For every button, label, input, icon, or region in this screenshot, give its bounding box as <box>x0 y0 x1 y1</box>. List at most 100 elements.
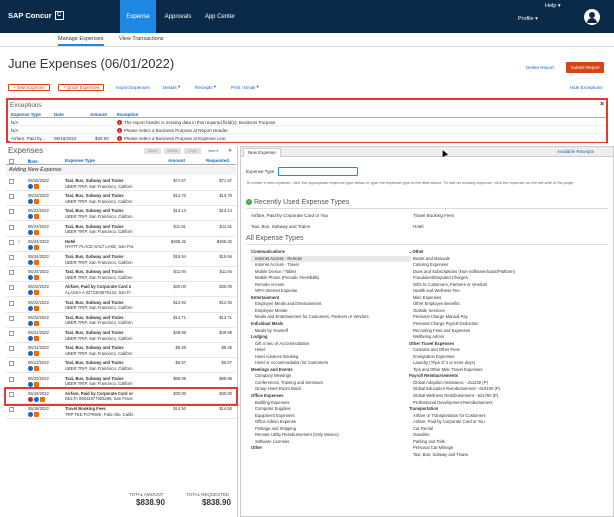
expense-row[interactable]: 06/22/2022 Taxi, Bus, Subway and Trains UB… <box>6 313 236 328</box>
expense-row[interactable]: › 06/24/2022 Hotel HYATT PLACE SALT LAKE, S… <box>6 237 236 252</box>
avatar-icon[interactable] <box>584 9 600 25</box>
available-receipts-link[interactable]: Available Receipts <box>557 149 594 154</box>
receipt-icon <box>34 290 39 296</box>
print-email-label: Print / Email <box>231 84 256 90</box>
sub-navigation: Manage Expenses View Transactions <box>0 33 614 47</box>
col-expense-type[interactable]: Expense Type <box>65 158 95 163</box>
expense-row[interactable]: 06/21/2022 Taxi, Bus, Subway and Trains UB… <box>6 328 236 343</box>
expense-row[interactable]: 06/25/2022 Taxi, Bus, Subway and Trains UB… <box>6 176 236 191</box>
view-menu[interactable]: View ▾ <box>204 148 222 154</box>
expense-row[interactable]: 06/23/2022 Taxi, Bus, Subway and Trains UB… <box>6 206 236 222</box>
recent-type-taxi[interactable]: Taxi, Bus, Subway and Trains <box>251 224 310 229</box>
expense-date: 06/21/2022 <box>28 360 49 366</box>
col-date-label: Date <box>28 159 38 164</box>
expense-row[interactable]: 06/21/2022 Taxi, Bus, Subway and Trains UB… <box>6 358 236 374</box>
col-date[interactable]: Date ▾ <box>28 158 38 164</box>
expense-row[interactable]: 06/18/2022 Travel Booking Fees TRP FEE FCF… <box>6 404 236 419</box>
recent-type-airfare[interactable]: Airfare, Paid by Corporate Card or You <box>251 213 328 218</box>
exception-type: N/A <box>11 120 19 125</box>
row-checkbox[interactable] <box>9 239 14 245</box>
expand-arrow-icon[interactable]: › <box>18 239 20 245</box>
expense-row[interactable]: 06/24/2022 Taxi, Bus, Subway and Trains UB… <box>6 252 236 267</box>
delete-button[interactable]: Delete <box>164 148 181 154</box>
move-button[interactable]: Move <box>144 148 161 154</box>
expense-date: 06/18/2022 <box>28 406 49 411</box>
tab-manage-expenses[interactable]: Manage Expenses <box>58 36 104 46</box>
exception-alert-icon <box>28 396 33 402</box>
expense-date: 06/23/2022 <box>28 208 49 214</box>
exception-message: ! The report header is missing data in th… <box>117 120 275 126</box>
row-checkbox[interactable] <box>9 270 14 276</box>
total-requested-label: TOTAL REQUESTED <box>186 492 230 497</box>
exceptions-col-date[interactable]: Date <box>54 112 64 117</box>
quick-expenses-button[interactable]: + Quick Expenses <box>58 82 105 92</box>
recent-type-hotel[interactable]: Hotel <box>413 224 424 229</box>
expense-row[interactable]: 06/21/2022 Taxi, Bus, Subway and Trains UB… <box>6 343 236 359</box>
profile-menu[interactable]: Profile ▾ <box>518 16 538 22</box>
help-menu[interactable]: Help ▾ <box>545 3 561 9</box>
print-email-menu[interactable]: Print / Email ▾ <box>231 82 259 92</box>
select-all-checkbox[interactable] <box>9 158 14 164</box>
row-checkbox[interactable] <box>9 361 14 367</box>
row-checkbox[interactable] <box>9 391 14 397</box>
row-checkbox[interactable] <box>9 209 14 215</box>
exceptions-col-amount[interactable]: Amount <box>90 112 107 117</box>
panel-divider[interactable] <box>237 146 238 517</box>
new-expense-button[interactable]: + New Expense <box>8 82 50 92</box>
exceptions-col-exception[interactable]: Exception <box>117 112 139 117</box>
expense-amount: $30.00 <box>173 390 186 396</box>
expense-date: 06/20/2022 <box>28 375 49 381</box>
expense-type-input[interactable] <box>278 167 358 176</box>
expense-date: 06/22/2022 <box>28 314 49 320</box>
tab-view-transactions[interactable]: View Transactions <box>119 36 164 42</box>
row-checkbox[interactable] <box>9 179 14 184</box>
report-title: June Expenses (06/01/2022) <box>8 56 175 71</box>
col-requested[interactable]: Requested <box>206 158 229 163</box>
expense-row[interactable]: 06/23/2022 Airfare, Paid by Corporate Car… <box>6 282 236 298</box>
nav-approvals[interactable]: Approvals <box>158 0 198 33</box>
expense-type: Taxi, Bus, Subway and Trains <box>65 314 124 320</box>
col-amount[interactable]: Amount <box>168 158 185 163</box>
row-checkbox[interactable] <box>9 194 14 200</box>
row-checkbox[interactable] <box>9 346 14 352</box>
row-checkbox[interactable] <box>9 376 14 382</box>
delete-report-link[interactable]: Delete Report <box>526 65 554 70</box>
exception-row[interactable]: Airfare, Paid by... 06/19/2022 $30.00 ! P… <box>10 135 606 142</box>
row-checkbox[interactable] <box>9 285 14 291</box>
expense-type-option[interactable]: Taxi, Bus, Subway and Trains <box>409 452 609 459</box>
nav-app-center[interactable]: App Center <box>200 0 240 33</box>
row-checkbox[interactable] <box>9 224 14 230</box>
expense-row[interactable]: 06/20/2022 Taxi, Bus, Subway and Trains UB… <box>6 374 236 389</box>
tab-new-expense[interactable]: New Expense <box>243 148 281 157</box>
row-checkbox[interactable] <box>9 255 14 260</box>
expense-row[interactable]: 06/23/2022 Taxi, Bus, Subway and Trains UB… <box>6 191 236 207</box>
row-checkbox[interactable] <box>9 300 14 306</box>
recent-type-travel-booking[interactable]: Travel Booking Fees <box>413 213 454 218</box>
expense-requested: $5.57 <box>221 360 232 366</box>
row-checkbox[interactable] <box>9 331 14 336</box>
exceptions-panel: Exceptions × Expense Type Date Amount Ex… <box>6 98 608 143</box>
expense-row[interactable]: 06/22/2022 Taxi, Bus, Subway and Trains UB… <box>6 298 236 313</box>
sap-concur-logo[interactable]: SAP Concur C <box>8 11 64 20</box>
row-checkbox[interactable] <box>9 315 14 321</box>
nav-expense[interactable]: Expense <box>120 0 156 33</box>
exception-row: N/A ! The report header is missing data i… <box>10 119 606 126</box>
submit-report-button[interactable]: Submit Report <box>566 62 604 73</box>
collapse-panel-icon[interactable]: « <box>226 148 234 154</box>
expense-vendor: UBER TRIP, San Francisco, Californ <box>65 335 133 341</box>
exceptions-col-type[interactable]: Expense Type <box>11 112 41 117</box>
expense-row[interactable]: 06/24/2022 Taxi, Bus, Subway and Trains UB… <box>6 222 236 237</box>
copy-button[interactable]: Copy <box>184 148 201 154</box>
row-checkbox[interactable] <box>9 407 14 412</box>
import-expenses-link[interactable]: Import Expenses <box>116 82 150 92</box>
hide-exceptions-link[interactable]: Hide Exceptions <box>570 82 603 92</box>
expense-date: 06/24/2022 <box>28 223 49 229</box>
expense-row[interactable]: 06/24/2022 Taxi, Bus, Subway and Trains UB… <box>6 267 236 283</box>
expense-row[interactable]: 06/19/2022 Airfare, Paid by Corporate Car… <box>4 386 238 406</box>
card-icon <box>28 320 33 326</box>
expense-type: Taxi, Bus, Subway and Trains <box>65 375 124 381</box>
receipts-menu[interactable]: Receipts ▾ <box>195 82 216 92</box>
details-menu[interactable]: Details ▾ <box>163 82 180 92</box>
view-label: View <box>207 149 216 153</box>
close-exceptions-icon[interactable]: × <box>600 101 604 108</box>
